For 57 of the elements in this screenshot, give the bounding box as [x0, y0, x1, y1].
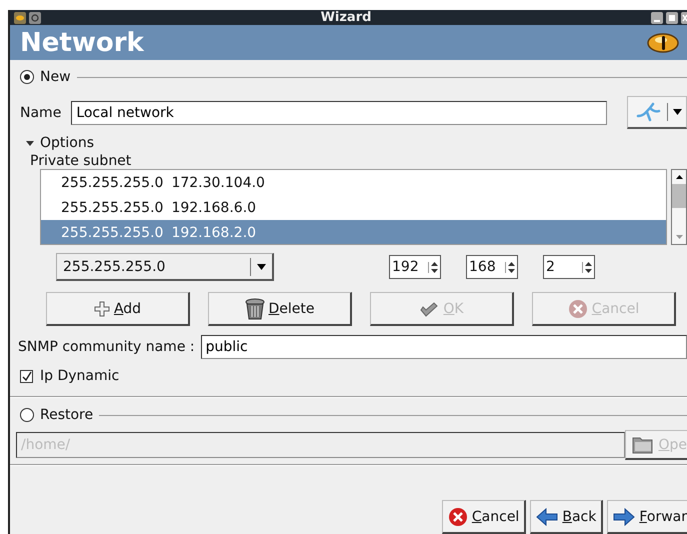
options-label: Options [40, 135, 94, 151]
expander-arrow-icon [26, 139, 34, 147]
cancel-icon [568, 298, 588, 318]
scroll-up-icon[interactable] [676, 175, 682, 179]
mask-dropdown[interactable]: 255.255.255.0 [56, 253, 274, 281]
subnet-row[interactable]: 255.255.255.0 172.30.104.0 [41, 170, 666, 195]
options-expander[interactable]: Options [26, 133, 687, 153]
wizard-button[interactable]: Cancel [442, 500, 526, 534]
eye-icon [647, 32, 679, 54]
left-arrow-icon [536, 508, 558, 526]
checkbox[interactable] [20, 370, 33, 382]
minimize-icon[interactable] [651, 12, 663, 24]
wizard-button[interactable]: Forwar [607, 500, 687, 534]
folder-icon [632, 436, 654, 454]
eye-icon[interactable] [14, 12, 26, 24]
name-field[interactable]: Local network [71, 100, 607, 124]
network-text: 192.168.2.0 [171, 224, 256, 240]
snmp-field[interactable]: public [200, 335, 687, 359]
network-icon [636, 102, 662, 122]
radio-button[interactable] [20, 70, 34, 84]
octet-spinner[interactable]: 2 [543, 255, 595, 279]
gear-icon[interactable] [29, 12, 41, 24]
page-title: Network [20, 28, 144, 58]
octet-spinner[interactable]: 192 [389, 255, 441, 279]
mask-text: 255.255.255.0 [61, 200, 164, 216]
section-label: New [40, 69, 71, 85]
network-menu-button[interactable] [627, 96, 687, 129]
spin-arrows-icon[interactable] [505, 262, 517, 272]
mask-text: 255.255.255.0 [61, 224, 164, 240]
scrollbar[interactable] [671, 169, 687, 245]
close-icon[interactable] [681, 12, 687, 24]
section-label: Restore [40, 407, 94, 423]
network-text: 192.168.6.0 [171, 200, 256, 216]
mask-text: 255.255.255.0 [61, 174, 164, 190]
subnet-list[interactable]: 255.255.255.0 172.30.104.0 255.255.255.0 192.168.6.0 255.255.255.0 192.168.2.0 [40, 169, 667, 245]
window-title: Wizard [320, 10, 372, 25]
spin-arrows-icon[interactable] [582, 262, 594, 272]
wizard-button[interactable]: Back [530, 500, 604, 534]
network-text: 172.30.104.0 [171, 174, 265, 190]
subnet-row[interactable]: 255.255.255.0 192.168.6.0 [41, 195, 666, 220]
list-action-button[interactable]: Delete [208, 292, 352, 326]
checkmark-icon [419, 300, 440, 318]
caret-icon [673, 109, 682, 115]
cancel-icon [448, 506, 468, 526]
list-action-button[interactable]: Add [46, 292, 190, 326]
scroll-down-icon[interactable] [676, 235, 682, 239]
maximize-icon[interactable] [666, 12, 678, 24]
plus-icon [94, 300, 110, 316]
trash-icon [244, 298, 264, 320]
right-arrow-icon [613, 508, 636, 526]
name-label: Name [20, 104, 62, 120]
spin-arrows-icon[interactable] [428, 262, 440, 272]
subnet-label: Private subnet [30, 153, 132, 169]
ip-dynamic-label: Ip Dynamic [40, 368, 120, 384]
snmp-label: SNMP community name : [18, 339, 195, 355]
caret-icon [257, 264, 266, 270]
octet-spinner[interactable]: 168 [466, 255, 518, 279]
